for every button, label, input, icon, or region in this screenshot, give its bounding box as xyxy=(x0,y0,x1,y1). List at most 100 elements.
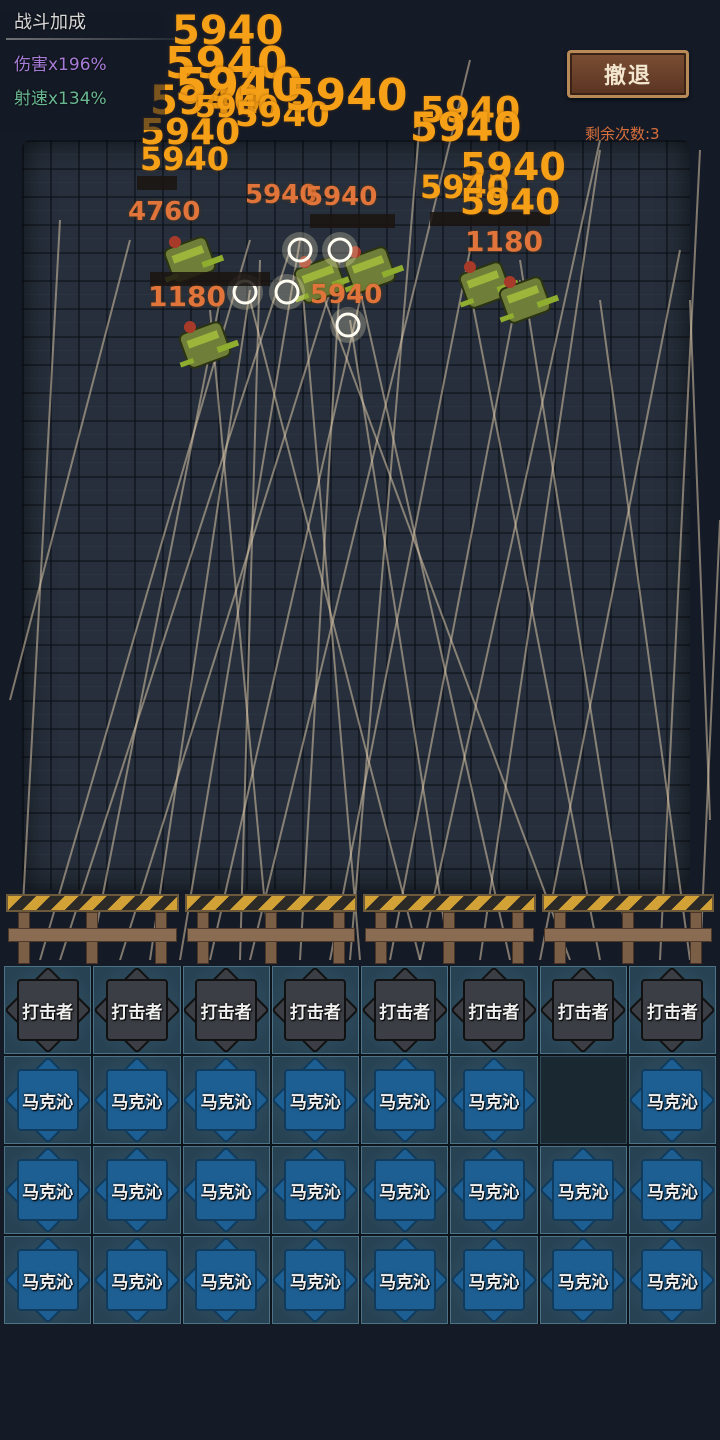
grid-cell[interactable]: 打击者 xyxy=(539,966,627,1054)
grid-cell[interactable]: 马克沁 xyxy=(4,1236,92,1324)
unit-name: 马克沁 xyxy=(289,1092,341,1113)
grid-cell[interactable]: 马克沁 xyxy=(4,1146,92,1234)
unit-name: 打击者 xyxy=(557,1002,609,1023)
grid-cell[interactable]: 马克沁 xyxy=(539,1146,627,1234)
grid-cell[interactable]: 马克沁 xyxy=(93,1146,181,1234)
unit-name: 马克沁 xyxy=(111,1272,163,1293)
grid-cell[interactable]: 马克沁 xyxy=(93,1056,181,1144)
retreat-button[interactable]: 撤退 xyxy=(567,50,689,98)
maxim-gun-unit-icon: 马克沁 xyxy=(98,1241,175,1319)
maxim-gun-unit-icon: 马克沁 xyxy=(188,1151,265,1229)
grid-cell[interactable]: 马克沁 xyxy=(450,1056,538,1144)
maxim-gun-unit-icon: 马克沁 xyxy=(366,1061,443,1139)
damage-number: 1180 xyxy=(148,280,226,313)
unit-name: 马克沁 xyxy=(646,1182,698,1203)
unit-name: 马克沁 xyxy=(557,1272,609,1293)
barricade xyxy=(184,890,357,965)
grid-cell[interactable]: 打击者 xyxy=(361,966,449,1054)
unit-name: 马克沁 xyxy=(289,1272,341,1293)
maxim-gun-unit-icon: 马克沁 xyxy=(545,1151,622,1229)
unit-name: 打击者 xyxy=(646,1002,698,1023)
maxim-gun-unit-icon: 马克沁 xyxy=(366,1151,443,1229)
grid-cell-empty[interactable] xyxy=(539,1056,627,1144)
maxim-gun-unit-icon: 马克沁 xyxy=(634,1061,711,1139)
unit-name: 打击者 xyxy=(111,1002,163,1023)
grid-cell[interactable]: 马克沁 xyxy=(628,1236,716,1324)
unit-name: 马克沁 xyxy=(468,1092,520,1113)
striker-unit-icon: 打击者 xyxy=(98,971,175,1049)
striker-unit-icon: 打击者 xyxy=(9,971,86,1049)
unit-name: 马克沁 xyxy=(646,1092,698,1113)
grid-cell[interactable]: 马克沁 xyxy=(182,1236,270,1324)
unit-name: 马克沁 xyxy=(200,1182,252,1203)
maxim-gun-unit-icon: 马克沁 xyxy=(634,1151,711,1229)
unit-name: 马克沁 xyxy=(289,1182,341,1203)
striker-unit-icon: 打击者 xyxy=(634,971,711,1049)
striker-unit-icon: 打击者 xyxy=(366,971,443,1049)
unit-name: 马克沁 xyxy=(111,1092,163,1113)
damage-buff-text: 伤害x196% xyxy=(14,55,107,75)
buff-divider xyxy=(6,38,216,40)
buff-title: 战斗加成 xyxy=(14,12,86,33)
maxim-gun-unit-icon: 马克沁 xyxy=(634,1241,711,1319)
grid-cell[interactable]: 马克沁 xyxy=(628,1146,716,1234)
barricade xyxy=(541,890,714,965)
unit-name: 马克沁 xyxy=(379,1182,431,1203)
unit-name: 马克沁 xyxy=(379,1092,431,1113)
maxim-gun-unit-icon: 马克沁 xyxy=(277,1151,354,1229)
grid-cell[interactable]: 打击者 xyxy=(628,966,716,1054)
grid-cell[interactable]: 马克沁 xyxy=(182,1056,270,1144)
damage-number: 5940 xyxy=(285,70,408,121)
unit-name: 马克沁 xyxy=(22,1182,74,1203)
grid-cell[interactable]: 打击者 xyxy=(450,966,538,1054)
unit-name: 打击者 xyxy=(22,1002,74,1023)
maxim-gun-unit-icon: 马克沁 xyxy=(545,1241,622,1319)
grid-cell[interactable]: 马克沁 xyxy=(361,1056,449,1144)
grid-cell[interactable]: 马克沁 xyxy=(93,1236,181,1324)
damage-number: 4760 xyxy=(128,197,201,227)
unit-name: 马克沁 xyxy=(200,1092,252,1113)
damage-number: 5940 xyxy=(305,182,378,212)
unit-name: 马克沁 xyxy=(22,1092,74,1113)
unit-name: 马克沁 xyxy=(111,1182,163,1203)
maxim-gun-unit-icon: 马克沁 xyxy=(455,1241,532,1319)
firerate-buff-text: 射速x134% xyxy=(14,89,107,109)
maxim-gun-unit-icon: 马克沁 xyxy=(188,1061,265,1139)
maxim-gun-unit-icon: 马克沁 xyxy=(188,1241,265,1319)
grid-cell[interactable]: 打击者 xyxy=(4,966,92,1054)
maxim-gun-unit-icon: 马克沁 xyxy=(9,1151,86,1229)
grid-cell[interactable]: 马克沁 xyxy=(450,1236,538,1324)
unit-name: 马克沁 xyxy=(200,1272,252,1293)
unit-name: 打击者 xyxy=(379,1002,431,1023)
maxim-gun-unit-icon: 马克沁 xyxy=(277,1061,354,1139)
grid-cell[interactable]: 马克沁 xyxy=(271,1146,359,1234)
grid-cell[interactable]: 马克沁 xyxy=(450,1146,538,1234)
unit-name: 马克沁 xyxy=(557,1182,609,1203)
maxim-gun-unit-icon: 马克沁 xyxy=(366,1241,443,1319)
grid-cell[interactable]: 马克沁 xyxy=(628,1056,716,1144)
maxim-gun-unit-icon: 马克沁 xyxy=(277,1241,354,1319)
grid-cell[interactable]: 马克沁 xyxy=(4,1056,92,1144)
maxim-gun-unit-icon: 马克沁 xyxy=(455,1151,532,1229)
grid-cell[interactable]: 马克沁 xyxy=(539,1236,627,1324)
grid-cell[interactable]: 打击者 xyxy=(93,966,181,1054)
grid-cell[interactable]: 马克沁 xyxy=(361,1236,449,1324)
damage-number: 5940 xyxy=(310,280,383,310)
grid-cell[interactable]: 马克沁 xyxy=(271,1056,359,1144)
remaining-attempts-text: 剩余次数:3 xyxy=(585,125,660,143)
grid-cell[interactable]: 打击者 xyxy=(271,966,359,1054)
barricade-row xyxy=(6,890,714,965)
grid-cell[interactable]: 马克沁 xyxy=(271,1236,359,1324)
unit-name: 马克沁 xyxy=(468,1272,520,1293)
damage-number: 1180 xyxy=(465,225,543,258)
barricade xyxy=(6,890,179,965)
grid-cell[interactable]: 打击者 xyxy=(182,966,270,1054)
grid-cell[interactable]: 马克沁 xyxy=(361,1146,449,1234)
unit-name: 马克沁 xyxy=(646,1272,698,1293)
grid-cell[interactable]: 马克沁 xyxy=(182,1146,270,1234)
barricade xyxy=(363,890,536,965)
striker-unit-icon: 打击者 xyxy=(545,971,622,1049)
unit-grid: 打击者 打击者 打击者 打击者 打击者 打击者 打击者 打击者 马克沁 马克沁 马克沁 马克沁 马克沁马… xyxy=(4,966,716,1324)
maxim-gun-unit-icon: 马克沁 xyxy=(98,1151,175,1229)
unit-name: 打击者 xyxy=(200,1002,252,1023)
